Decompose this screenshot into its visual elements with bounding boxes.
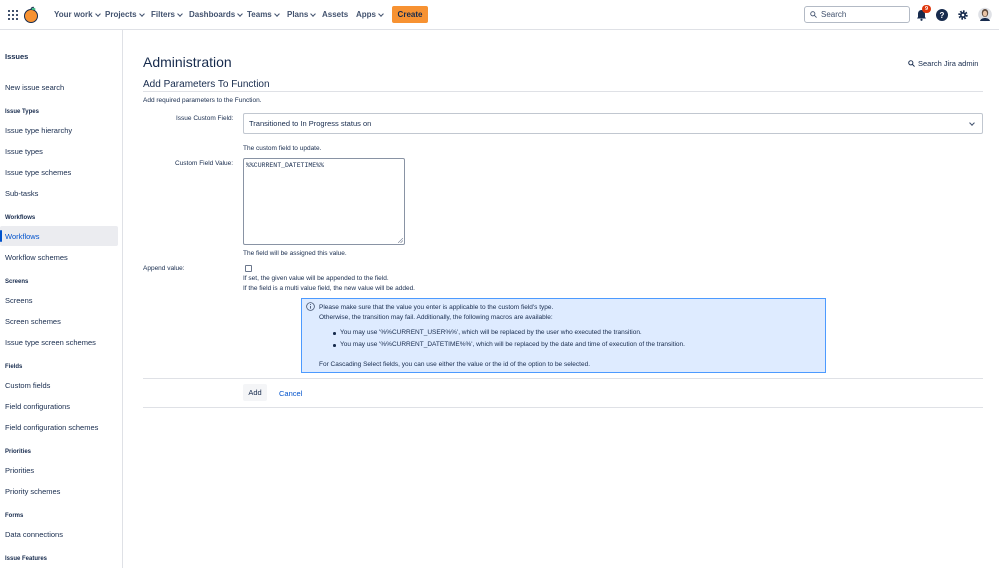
nav-plans[interactable]: Plans [287,10,317,19]
sidebar-heading-screens: Screens [5,279,29,285]
info-line-1: Please make sure that the value you ente… [319,304,554,311]
sidebar-heading-issue-types: Issue Types [5,109,39,115]
search-icon [908,60,915,67]
info-bullet-2: You may use '%%CURRENT_DATETIME%%', whic… [340,341,685,348]
form-divider-top [143,378,983,379]
chevron-down-icon [310,10,317,17]
sidebar-heading-forms: Forms [5,513,24,519]
sidebar-item-workflows[interactable]: Workflows [5,232,39,241]
nav-teams[interactable]: Teams [247,10,280,19]
bullet-dot [333,344,336,347]
sidebar-item-screen-schemes[interactable]: Screen schemes [5,317,61,326]
sidebar-item-field-configurations[interactable]: Field configurations [5,402,70,411]
issue-custom-field-label: Issue Custom Field: [176,115,234,122]
nav-label: Projects [105,10,137,19]
sidebar-item-field-configuration-schemes[interactable]: Field configuration schemes [5,423,98,432]
nav-apps[interactable]: Apps [356,10,384,19]
info-line-2: Otherwise, the transition may fail. Addi… [319,314,553,321]
section-title: Add Parameters To Function [143,79,270,90]
issue-custom-field-value: Transitioned to In Progress status on [249,119,372,128]
chevron-down-icon [177,10,183,17]
nav-label: Dashboards [189,10,236,19]
sidebar-active-indicator [0,230,2,242]
sidebar-item-sub-tasks[interactable]: Sub-tasks [5,189,38,198]
sidebar-item-priority-schemes[interactable]: Priority schemes [5,487,60,496]
nav-assets[interactable]: Assets [322,10,348,19]
section-description: Add required parameters to the Function. [143,97,262,104]
section-divider [143,91,983,92]
custom-field-value-help: The field will be assigned this value. [243,250,347,257]
nav-label: Teams [247,10,272,19]
top-navigation: Your work Projects Filters Dashboards Te… [0,0,999,30]
cancel-link[interactable]: Cancel [279,389,302,398]
sidebar: Issues New issue search Issue Types Issu… [0,30,123,568]
sidebar-item-data-connections[interactable]: Data connections [5,530,63,539]
nav-dashboards[interactable]: Dashboards [189,10,244,19]
chevron-down-icon [138,10,145,17]
chevron-down-icon [969,120,975,126]
search-icon [810,11,817,18]
issue-custom-field-select[interactable]: Transitioned to In Progress status on [243,113,983,134]
user-avatar[interactable] [978,7,992,22]
nav-label: Apps [356,10,376,19]
custom-field-value-textarea[interactable]: %%CURRENT_DATETIME%% [243,158,405,245]
notification-count-badge: 9 [922,5,931,13]
chevron-down-icon [273,10,280,17]
sidebar-heading-workflows: Workflows [5,215,36,221]
chevron-down-icon [94,10,101,17]
append-help-2: If the field is a multi value field, the… [243,285,415,292]
sidebar-heading-issue-features: Issue Features [5,556,48,562]
sidebar-item-issue-type-hierarchy[interactable]: Issue type hierarchy [5,126,72,135]
sidebar-item-screens[interactable]: Screens [5,296,33,305]
nav-label: Plans [287,10,309,19]
append-help-1: If set, the given value will be appended… [243,275,389,282]
sidebar-title: Issues [5,52,29,61]
info-bullet-1: You may use '%%CURRENT_USER%%', which wi… [340,329,642,336]
sidebar-item-issue-type-schemes[interactable]: Issue type schemes [5,168,71,177]
sidebar-item-workflow-schemes[interactable]: Workflow schemes [5,253,68,262]
custom-field-value-text: %%CURRENT_DATETIME%% [246,162,325,169]
info-line-3: For Cascading Select fields, you can use… [319,361,590,368]
append-value-label: Append value: [143,265,185,272]
sidebar-heading-priorities: Priorities [5,449,32,455]
create-button[interactable]: Create [392,6,428,23]
app-switcher-icon[interactable] [8,10,18,20]
nav-label: Filters [151,10,176,19]
jira-logo-icon[interactable] [23,6,39,23]
nav-label: Assets [322,10,349,19]
custom-field-value-label: Custom Field Value: [175,160,234,167]
add-button[interactable]: Add [243,384,267,401]
append-value-checkbox[interactable] [245,265,252,272]
nav-projects[interactable]: Projects [105,10,145,19]
search-jira-admin-link[interactable]: Search Jira admin [908,59,978,68]
sidebar-item-issue-types[interactable]: Issue types [5,147,43,156]
settings-gear-icon[interactable] [957,9,969,21]
chevron-down-icon [378,10,384,17]
search-input[interactable]: Search [804,6,910,23]
info-icon [306,302,315,311]
chevron-down-icon [237,10,244,17]
sidebar-item-new-issue-search[interactable]: New issue search [5,83,64,92]
sidebar-item-issue-type-screen-schemes[interactable]: Issue type screen schemes [5,338,96,347]
search-admin-label: Search Jira admin [918,59,979,68]
nav-label: Your work [54,10,93,19]
help-icon[interactable]: ? [936,9,948,21]
issue-custom-field-help: The custom field to update. [243,145,322,152]
info-message-box: Please make sure that the value you ente… [301,298,826,373]
sidebar-heading-fields: Fields [5,364,23,370]
nav-your-work[interactable]: Your work [54,10,101,19]
form-divider-bottom [143,407,983,408]
bullet-dot [333,332,336,335]
search-placeholder: Search [821,10,847,19]
sidebar-item-custom-fields[interactable]: Custom fields [5,381,50,390]
sidebar-item-priorities[interactable]: Priorities [5,466,34,475]
resize-handle-icon[interactable] [398,238,403,243]
page-title: Administration [143,54,232,70]
nav-filters[interactable]: Filters [151,10,183,19]
